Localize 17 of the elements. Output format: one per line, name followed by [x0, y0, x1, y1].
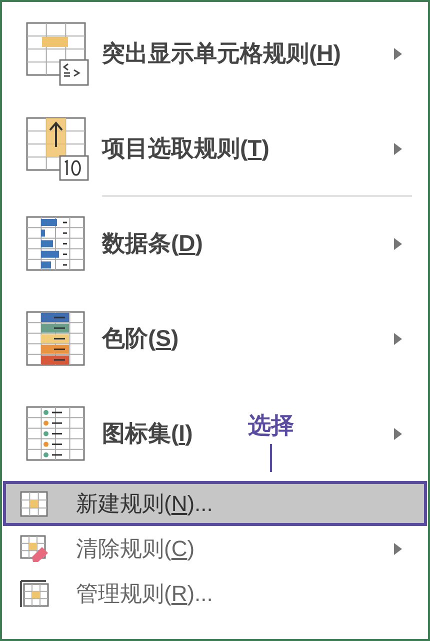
- data-bars-icon: [26, 216, 86, 272]
- table-highlight-icon: [26, 22, 90, 86]
- menu-item[interactable]: 突出显示单元格规则(H): [102, 36, 341, 71]
- menu-item[interactable]: 管理规则(R)...: [76, 577, 213, 610]
- menu-item[interactable]: 数据条(D): [102, 226, 203, 261]
- manage-rules-icon: [20, 580, 50, 608]
- menu-item[interactable]: 新建规则(N)...: [3, 481, 427, 526]
- menu-item[interactable]: 色阶(S): [102, 321, 179, 356]
- eraser-icon: [20, 534, 50, 562]
- table-top-ten-icon: [26, 116, 90, 180]
- menu-item[interactable]: 项目选取规则(T): [102, 131, 270, 166]
- menu-item[interactable]: 图标集(I): [102, 416, 193, 451]
- menu-item[interactable]: 清除规则(C): [76, 532, 195, 565]
- icon-set-icon: [26, 406, 86, 462]
- leader-line: [270, 444, 272, 472]
- callout-label: 选择: [248, 412, 294, 438]
- color-scale-icon: [26, 310, 86, 366]
